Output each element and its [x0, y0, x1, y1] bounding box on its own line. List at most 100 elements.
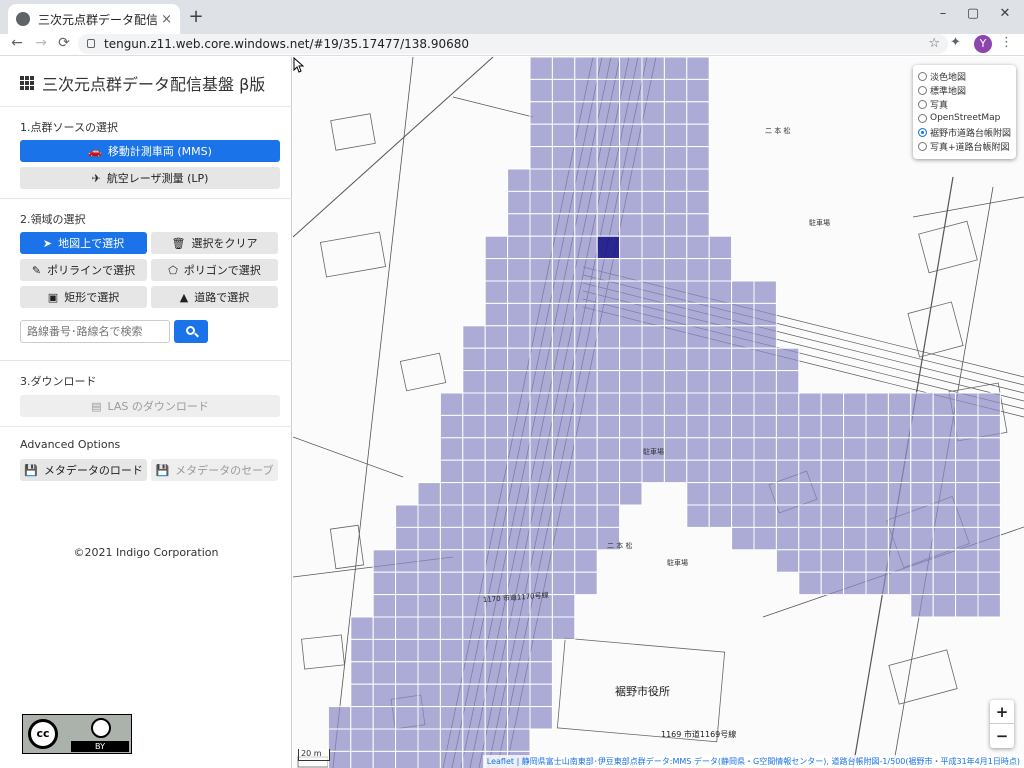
- point-cloud-tile[interactable]: [372, 750, 397, 768]
- point-cloud-tile[interactable]: [395, 504, 419, 528]
- point-cloud-tile[interactable]: [753, 302, 777, 327]
- point-cloud-tile[interactable]: [574, 325, 598, 349]
- point-cloud-tile[interactable]: [932, 437, 957, 461]
- point-cloud-tile[interactable]: [529, 302, 553, 327]
- point-cloud-tile[interactable]: [663, 78, 688, 103]
- point-cloud-tile[interactable]: [596, 146, 621, 170]
- point-cloud-tile[interactable]: [910, 459, 934, 484]
- point-cloud-tile[interactable]: [395, 683, 419, 708]
- point-cloud-tile[interactable]: [731, 325, 755, 349]
- point-cloud-tile[interactable]: [462, 549, 486, 573]
- point-cloud-tile[interactable]: [529, 325, 553, 349]
- point-cloud-tile[interactable]: [462, 504, 486, 528]
- point-cloud-tile[interactable]: [843, 571, 867, 596]
- point-cloud-tile[interactable]: [462, 414, 486, 439]
- point-cloud-tile[interactable]: [731, 459, 755, 484]
- point-cloud-tile[interactable]: [798, 392, 822, 416]
- point-cloud-tile[interactable]: [507, 213, 531, 237]
- point-cloud-tile[interactable]: [529, 57, 553, 80]
- point-cloud-tile[interactable]: [574, 504, 598, 528]
- point-cloud-tile[interactable]: [507, 235, 531, 260]
- point-cloud-tile[interactable]: [663, 280, 688, 304]
- point-cloud-tile[interactable]: [484, 504, 509, 528]
- point-cloud-tile[interactable]: [596, 57, 621, 80]
- point-cloud-tile[interactable]: [484, 459, 509, 484]
- layer-option[interactable]: 標準地図: [918, 83, 1011, 97]
- bookmark-star-icon[interactable]: ☆: [928, 34, 940, 54]
- point-cloud-tile[interactable]: [753, 325, 777, 349]
- point-cloud-tile[interactable]: [686, 414, 710, 439]
- point-cloud-tile[interactable]: [484, 571, 509, 596]
- point-cloud-tile[interactable]: [619, 482, 643, 506]
- radio-button[interactable]: [918, 113, 927, 123]
- point-cloud-tile[interactable]: [910, 482, 934, 506]
- point-cloud-tile[interactable]: [462, 616, 486, 640]
- point-cloud-tile[interactable]: [529, 101, 553, 125]
- point-cloud-tile[interactable]: [439, 482, 464, 506]
- point-cloud-tile[interactable]: [327, 706, 352, 730]
- point-cloud-tile[interactable]: [910, 392, 934, 416]
- point-cloud-tile[interactable]: [372, 571, 397, 596]
- point-cloud-tile[interactable]: [619, 325, 643, 349]
- point-cloud-tile[interactable]: [708, 392, 733, 416]
- tab-close-icon[interactable]: ×: [161, 12, 172, 27]
- point-cloud-tile[interactable]: [753, 392, 777, 416]
- point-cloud-tile[interactable]: [507, 504, 531, 528]
- maximize-icon[interactable]: ▢: [958, 6, 988, 21]
- point-cloud-tile[interactable]: [596, 504, 621, 528]
- point-cloud-tile[interactable]: [529, 146, 553, 170]
- point-cloud-tile[interactable]: [395, 594, 419, 618]
- point-cloud-tile[interactable]: [641, 280, 665, 304]
- point-cloud-tile[interactable]: [820, 437, 845, 461]
- polygon-select-button[interactable]: ⬠ ポリゴンで選択: [151, 259, 278, 281]
- point-cloud-tile[interactable]: [619, 392, 643, 416]
- point-cloud-tile[interactable]: [820, 459, 845, 484]
- point-cloud-tile[interactable]: [865, 549, 889, 573]
- point-cloud-tile[interactable]: [820, 392, 845, 416]
- point-cloud-tile[interactable]: [887, 459, 912, 484]
- point-cloud-tile[interactable]: [865, 459, 889, 484]
- point-cloud-tile[interactable]: [686, 437, 710, 461]
- point-cloud-tile[interactable]: [529, 168, 553, 192]
- selected-tile[interactable]: [596, 235, 621, 260]
- lp-button[interactable]: ✈ 航空レーザ測量 (LP): [20, 167, 280, 189]
- point-cloud-tile[interactable]: [686, 325, 710, 349]
- point-cloud-tile[interactable]: [596, 414, 621, 439]
- cc-by-license-badge[interactable]: cc BY: [22, 714, 132, 754]
- point-cloud-tile[interactable]: [462, 347, 486, 372]
- point-cloud-tile[interactable]: [932, 414, 957, 439]
- point-cloud-tile[interactable]: [372, 706, 397, 730]
- point-cloud-tile[interactable]: [395, 526, 419, 551]
- point-cloud-tile[interactable]: [439, 750, 464, 768]
- point-cloud-tile[interactable]: [753, 504, 777, 528]
- point-cloud-tile[interactable]: [753, 414, 777, 439]
- point-cloud-tile[interactable]: [596, 213, 621, 237]
- point-cloud-tile[interactable]: [663, 101, 688, 125]
- point-cloud-tile[interactable]: [932, 482, 957, 506]
- point-cloud-tile[interactable]: [663, 414, 688, 439]
- point-cloud-tile[interactable]: [350, 638, 374, 663]
- point-cloud-tile[interactable]: [484, 235, 509, 260]
- point-cloud-tile[interactable]: [484, 683, 509, 708]
- layer-option[interactable]: 写真+道路台帳附図: [918, 139, 1011, 153]
- point-cloud-tile[interactable]: [350, 706, 374, 730]
- point-cloud-tile[interactable]: [641, 235, 665, 260]
- point-cloud-tile[interactable]: [663, 459, 688, 484]
- point-cloud-tile[interactable]: [529, 213, 553, 237]
- point-cloud-tile[interactable]: [439, 392, 464, 416]
- point-cloud-tile[interactable]: [865, 392, 889, 416]
- point-cloud-tile[interactable]: [775, 414, 800, 439]
- point-cloud-tile[interactable]: [551, 504, 576, 528]
- point-cloud-tile[interactable]: [887, 504, 912, 528]
- profile-avatar[interactable]: Y: [974, 35, 992, 53]
- point-cloud-tile[interactable]: [529, 190, 553, 215]
- point-cloud-tile[interactable]: [484, 347, 509, 372]
- point-cloud-tile[interactable]: [910, 526, 934, 551]
- point-cloud-tile[interactable]: [507, 683, 531, 708]
- point-cloud-tile[interactable]: [955, 392, 979, 416]
- point-cloud-tile[interactable]: [484, 616, 509, 640]
- load-metadata-button[interactable]: 💾 メタデータのロード: [20, 459, 147, 481]
- point-cloud-tile[interactable]: [932, 459, 957, 484]
- point-cloud-tile[interactable]: [663, 392, 688, 416]
- point-cloud-tile[interactable]: [775, 504, 800, 528]
